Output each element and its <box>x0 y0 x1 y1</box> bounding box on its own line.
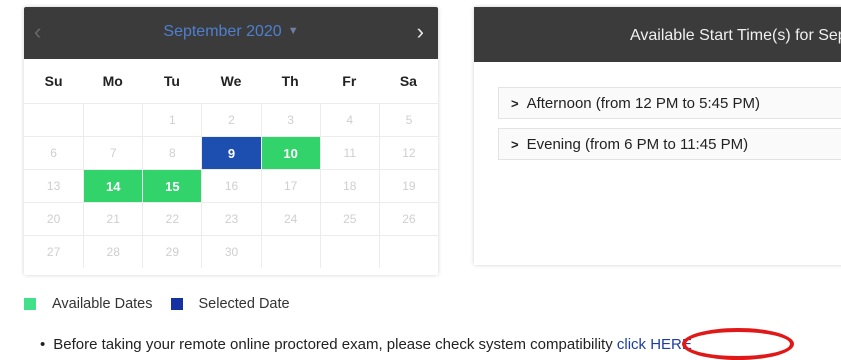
day-cell-disabled: 7 <box>83 136 143 169</box>
day-cell-disabled: 12 <box>378 136 438 169</box>
compatibility-notice: • Before taking your remote online procto… <box>40 336 692 353</box>
day-cell-disabled: 23 <box>201 202 261 235</box>
date-picker-calendar: ‹ September 2020 ▼ › Su Mo Tu We Th Fr Sa 12345… <box>24 7 438 275</box>
day-cell-available[interactable]: 14 <box>83 169 143 202</box>
weekday-label: Fr <box>342 73 357 89</box>
day-cell-disabled: 25 <box>319 202 379 235</box>
day-cell-disabled: 22 <box>142 202 202 235</box>
weekday-label: Tu <box>163 73 180 89</box>
day-cell-disabled: 28 <box>83 235 143 268</box>
day-cell-disabled: 4 <box>319 103 379 136</box>
selected-swatch <box>170 298 183 310</box>
empty-day-cell <box>24 103 84 136</box>
next-month-button[interactable]: › <box>417 21 424 43</box>
afternoon-slot[interactable]: > Afternoon (from 12 PM to 5:45 PM) <box>498 87 841 119</box>
chevron-right-icon: > <box>511 136 519 152</box>
day-cell-disabled: 20 <box>24 202 84 235</box>
empty-day-cell <box>319 235 379 268</box>
highlight-circle-annotation <box>682 328 794 360</box>
available-swatch <box>24 298 36 310</box>
weekday-label: Sa <box>399 73 417 89</box>
day-cell-disabled: 21 <box>83 202 143 235</box>
day-cell-available[interactable]: 10 <box>260 136 320 169</box>
selected-legend-label: Selected Date <box>198 296 290 312</box>
chevron-right-icon: > <box>511 95 519 111</box>
empty-day-cell <box>83 103 143 136</box>
weekday-row: Su Mo Tu We Th Fr Sa <box>24 59 438 103</box>
compatibility-check-link[interactable]: click HERE <box>617 336 692 353</box>
empty-day-cell <box>378 235 438 268</box>
day-cell-disabled: 24 <box>260 202 320 235</box>
month-label: September 2020 <box>163 23 282 40</box>
day-cell-disabled: 13 <box>24 169 84 202</box>
day-cell-disabled: 17 <box>260 169 320 202</box>
afternoon-slot-label: Afternoon (from 12 PM to 5:45 PM) <box>526 94 761 112</box>
evening-slot-label: Evening (from 6 PM to 11:45 PM) <box>526 135 749 153</box>
day-cell-selected[interactable]: 9 <box>201 136 261 169</box>
notice-text: Before taking your remote online proctor… <box>53 336 613 353</box>
day-cell-disabled: 3 <box>260 103 320 136</box>
day-cell-disabled: 5 <box>378 103 438 136</box>
day-cell-disabled: 2 <box>201 103 261 136</box>
day-cell-disabled: 16 <box>201 169 261 202</box>
evening-slot[interactable]: > Evening (from 6 PM to 11:45 PM) <box>498 128 841 160</box>
start-time-panel: Available Start Time(s) for Sep > Aftern… <box>474 7 841 265</box>
month-selector[interactable]: September 2020 ▼ <box>24 23 438 41</box>
weekday-label: Su <box>44 73 63 89</box>
empty-day-cell <box>260 235 320 268</box>
calendar-legend: Available Dates Selected Date <box>24 294 290 314</box>
day-cell-disabled: 11 <box>319 136 379 169</box>
day-cell-disabled: 6 <box>24 136 84 169</box>
chevron-down-icon: ▼ <box>287 25 299 37</box>
calendar-header: ‹ September 2020 ▼ › <box>24 7 438 59</box>
day-cell-disabled: 1 <box>142 103 202 136</box>
day-cell-available[interactable]: 15 <box>142 169 202 202</box>
day-cell-disabled: 18 <box>319 169 379 202</box>
start-time-title: Available Start Time(s) for Sep <box>474 7 841 62</box>
available-legend-label: Available Dates <box>52 296 153 312</box>
weekday-label: Th <box>281 73 299 89</box>
day-cell-disabled: 30 <box>201 235 261 268</box>
day-cell-disabled: 26 <box>378 202 438 235</box>
bullet-icon: • <box>40 336 46 353</box>
weekday-label: Mo <box>102 73 123 89</box>
day-grid: 1 2 3 4 5 6 7 8 9 10 11 12 13 14 15 16 17 18 19 20 21 22 23 24 2… <box>24 103 438 268</box>
day-cell-disabled: 19 <box>378 169 438 202</box>
weekday-label: We <box>220 73 242 89</box>
day-cell-disabled: 29 <box>142 235 202 268</box>
day-cell-disabled: 27 <box>24 235 84 268</box>
day-cell-disabled: 8 <box>142 136 202 169</box>
